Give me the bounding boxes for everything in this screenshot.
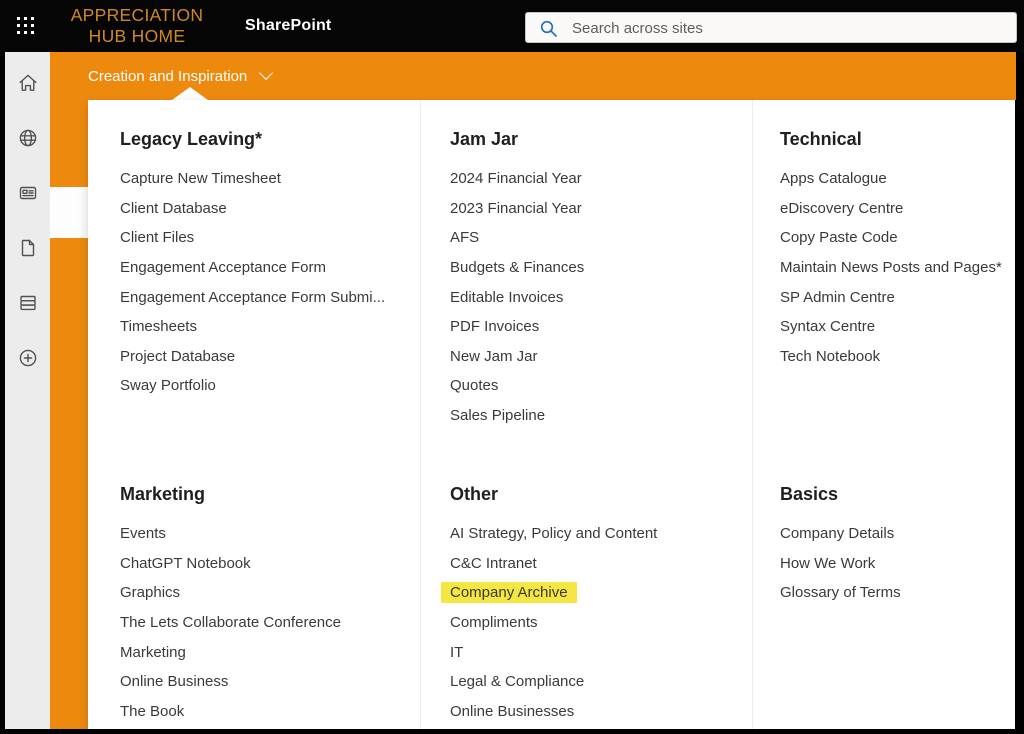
menu-section: Legacy Leaving*Capture New TimesheetClie… <box>120 127 420 482</box>
menu-item[interactable]: Company Details <box>780 519 1015 549</box>
menu-item[interactable]: Legal & Compliance <box>450 667 752 697</box>
menu-item[interactable]: The Lets Collaborate Conference <box>120 608 420 638</box>
menu-section-title: Basics <box>780 482 1015 506</box>
menu-item[interactable]: Marketing <box>120 637 420 667</box>
menu-item[interactable]: Online Businesses <box>450 697 752 727</box>
news-icon[interactable] <box>17 182 39 204</box>
menu-item[interactable]: The Book <box>120 697 420 727</box>
page-background-notch <box>50 187 88 238</box>
menu-item[interactable]: AFS <box>450 223 752 253</box>
menu-item[interactable]: 2024 Financial Year <box>450 164 752 194</box>
menu-item[interactable]: eDiscovery Centre <box>780 194 1015 224</box>
menu-item[interactable]: Sway Portfolio <box>120 371 420 401</box>
menu-section-title: Marketing <box>120 482 420 506</box>
page-background-strip <box>50 100 88 729</box>
hub-nav-bar: Creation and Inspiration <box>50 52 1016 100</box>
sharepoint-window: APPRECIATION HUB HOME SharePoint Creatio… <box>0 0 1024 734</box>
menu-column: Legacy Leaving*Capture New TimesheetClie… <box>88 100 420 729</box>
menu-section: Basics Company DetailsHow We WorkGlossary… <box>780 482 1015 608</box>
hub-home-title[interactable]: APPRECIATION HUB HOME <box>55 4 219 48</box>
mega-menu-panel: Legacy Leaving*Capture New TimesheetClie… <box>88 100 1015 729</box>
menu-item[interactable]: Quotes <box>450 371 752 401</box>
menu-item[interactable]: SP Admin Centre <box>780 282 1015 312</box>
menu-section: Jam Jar 2024 Financial Year2023 Financial… <box>450 127 752 482</box>
menu-item[interactable]: Glossary of Terms <box>780 578 1015 608</box>
menu-item[interactable]: Copy Paste Code <box>780 223 1015 253</box>
menu-item[interactable]: Capture New Timesheet <box>120 164 420 194</box>
menu-item[interactable]: PDF Invoices <box>450 312 752 342</box>
menu-item[interactable]: How We Work <box>780 549 1015 579</box>
menu-section: Technical Apps CatalogueeDiscovery Centre… <box>780 127 1015 482</box>
search-input[interactable] <box>570 13 1004 44</box>
menu-column: Jam Jar 2024 Financial Year2023 Financial… <box>420 100 752 729</box>
add-icon[interactable] <box>17 347 39 369</box>
menu-item[interactable]: Client Database <box>120 194 420 224</box>
menu-item[interactable]: Maintain News Posts and Pages* <box>780 253 1015 283</box>
menu-item[interactable]: Budgets & Finances <box>450 253 752 283</box>
global-search-box[interactable] <box>525 12 1017 43</box>
menu-section-title: Technical <box>780 127 1015 151</box>
top-suite-bar: APPRECIATION HUB HOME SharePoint <box>0 0 1024 52</box>
menu-item[interactable]: Tech Notebook <box>780 342 1015 372</box>
menu-item[interactable]: Apps Catalogue <box>780 164 1015 194</box>
menu-item[interactable]: C&C Intranet <box>450 549 752 579</box>
menu-section-title: Jam Jar <box>450 127 752 151</box>
home-icon[interactable] <box>17 72 39 94</box>
menu-item[interactable]: Editable Invoices <box>450 282 752 312</box>
search-icon <box>539 19 559 39</box>
menu-item[interactable]: ChatGPT Notebook <box>120 549 420 579</box>
menu-item[interactable]: Sales Pipeline <box>450 401 752 431</box>
menu-item[interactable]: Engagement Acceptance Form Submi... <box>120 282 420 312</box>
menu-section: Other AI Strategy, Policy and ContentC&C … <box>450 482 752 729</box>
menu-item[interactable]: IT <box>450 637 752 667</box>
left-icon-rail <box>5 52 50 729</box>
menu-section-title: Legacy Leaving* <box>120 127 420 151</box>
menu-item[interactable]: Partners <box>450 726 752 729</box>
menu-section-title: Other <box>450 482 752 506</box>
app-launcher-waffle-icon[interactable] <box>17 17 36 36</box>
menu-item[interactable]: Syntax Centre <box>780 312 1015 342</box>
library-icon[interactable] <box>17 292 39 314</box>
menu-item[interactable]: Timesheets <box>120 312 420 342</box>
menu-item[interactable]: Company Archive <box>450 578 752 608</box>
menu-section: MarketingEventsChatGPT NotebookGraphicsT… <box>120 482 420 729</box>
globe-icon[interactable] <box>17 127 39 149</box>
menu-column: Technical Apps CatalogueeDiscovery Centre… <box>752 100 1015 729</box>
dropdown-pointer <box>172 87 208 100</box>
menu-item[interactable]: Client Files <box>120 223 420 253</box>
menu-item[interactable]: Online Business <box>120 667 420 697</box>
menu-item[interactable]: 2023 Financial Year <box>450 194 752 224</box>
menu-item[interactable]: New Jam Jar <box>450 342 752 372</box>
menu-item[interactable]: Compliments <box>450 608 752 638</box>
sharepoint-logo-text: SharePoint <box>245 0 331 52</box>
menu-item[interactable]: AI Strategy, Policy and Content <box>450 519 752 549</box>
menu-item[interactable]: Project Database <box>120 342 420 372</box>
document-icon[interactable] <box>17 237 39 259</box>
menu-item[interactable]: Events <box>120 519 420 549</box>
nav-label: Creation and Inspiration <box>88 68 247 85</box>
menu-item[interactable]: Graphics <box>120 578 420 608</box>
menu-item[interactable]: Engagement Acceptance Form <box>120 253 420 283</box>
menu-item[interactable]: Vendor Application Masters <box>120 726 420 729</box>
chevron-down-icon <box>259 66 273 80</box>
